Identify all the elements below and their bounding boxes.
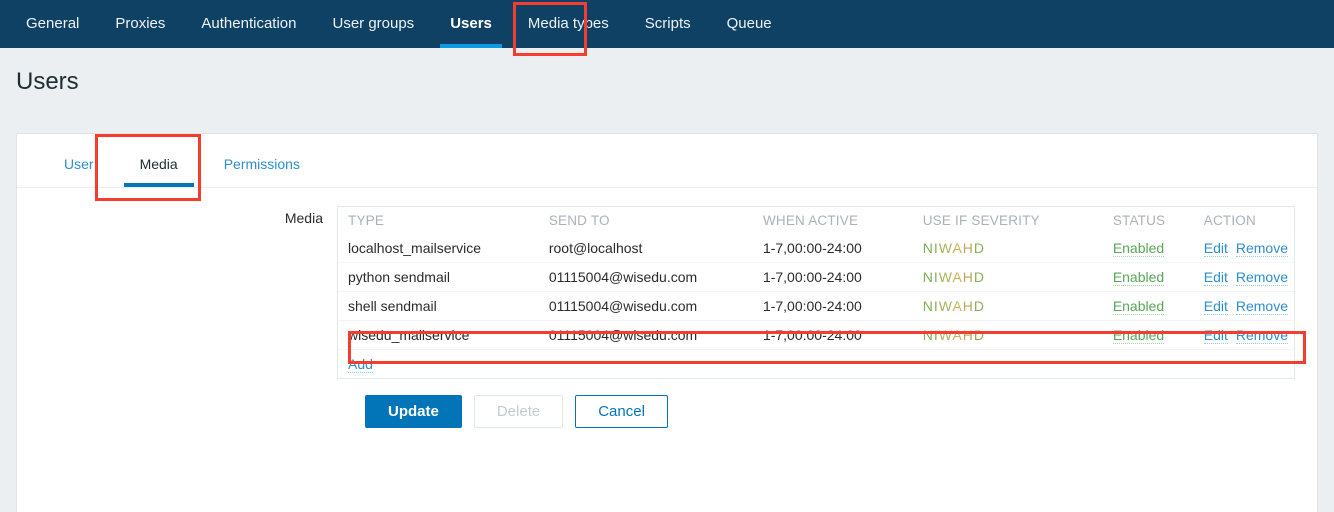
column-header-when-active: WHEN ACTIVE <box>762 213 859 228</box>
topnav-item-general[interactable]: General <box>8 0 97 48</box>
remove-link[interactable]: Remove <box>1235 298 1288 315</box>
cell-when-active: 1-7,00:00-24:00 <box>752 262 913 292</box>
cell-status: Enabled <box>1102 320 1194 350</box>
form-tabs: User Media Permissions <box>17 134 1317 188</box>
severity-letter: D <box>973 327 986 343</box>
severity-letter: D <box>973 240 986 256</box>
cell-send-to: root@localhost <box>548 240 643 256</box>
edit-link[interactable]: Edit <box>1203 298 1228 315</box>
severity-letter: A <box>952 327 963 343</box>
severity-letter: A <box>952 298 963 314</box>
severity-letter: H <box>962 327 974 343</box>
severity-letter: H <box>962 298 974 314</box>
topnav-item-users[interactable]: Users <box>432 0 510 48</box>
edit-link[interactable]: Edit <box>1203 240 1228 257</box>
cell-type: python sendmail <box>338 262 539 292</box>
severity-letter: N <box>922 298 934 314</box>
cell-send-to: 01115004@wisedu.com <box>538 262 753 292</box>
severity-letter: N <box>922 269 934 285</box>
cancel-button[interactable]: Cancel <box>575 395 668 428</box>
cell-status: Enabled <box>1102 262 1194 292</box>
severity-letter: N <box>922 240 934 256</box>
column-header-use-if-severity: USE IF SEVERITY <box>922 213 1040 228</box>
tab-permissions[interactable]: Permissions <box>201 155 323 187</box>
cell-use-if-severity: NIWAHD <box>912 291 1103 321</box>
column-header-send-to: SEND TO <box>548 213 610 228</box>
severity-letter: W <box>938 269 953 285</box>
cell-type: shell sendmail <box>338 291 539 321</box>
cell-when-active: 1-7,00:00-24:00 <box>752 291 913 321</box>
edit-link[interactable]: Edit <box>1203 269 1228 286</box>
severity-letter: D <box>973 269 986 285</box>
topnav-item-proxies[interactable]: Proxies <box>97 0 183 48</box>
severity-letter: N <box>922 327 934 343</box>
tab-user[interactable]: User <box>41 155 117 187</box>
severity-letter: A <box>952 240 963 256</box>
status-toggle-link[interactable]: Enabled <box>1112 327 1165 344</box>
form-button-bar: Update Delete Cancel <box>17 379 1317 428</box>
severity-letter: H <box>962 240 974 256</box>
media-add-row: Add <box>338 349 1294 378</box>
cell-status: Enabled <box>1103 234 1194 263</box>
cell-send-to: 01115004@wisedu.com <box>538 320 753 350</box>
severity-letter: W <box>938 327 953 343</box>
delete-button: Delete <box>473 395 564 428</box>
remove-link[interactable]: Remove <box>1235 240 1288 257</box>
cell-send-to: 01115004@wisedu.com <box>538 291 753 321</box>
column-header-type: TYPE <box>348 213 385 228</box>
media-table-body: localhost_mailservice root@localhost 1-7,0… <box>338 234 1294 378</box>
cell-type: wisedu_mailservice <box>338 320 539 350</box>
media-form-area: Media TYPE SEND TO WHEN ACTIVE USE IF SE… <box>17 188 1317 428</box>
cell-action: Edit Remove <box>1193 320 1294 350</box>
status-toggle-link[interactable]: Enabled <box>1112 298 1165 315</box>
topnav-item-user-groups[interactable]: User groups <box>314 0 432 48</box>
edit-link[interactable]: Edit <box>1203 327 1228 344</box>
cell-action: Edit Remove <box>1193 262 1294 292</box>
top-navigation-bar: General Proxies Authentication User grou… <box>0 0 1334 48</box>
status-toggle-link[interactable]: Enabled <box>1112 240 1165 257</box>
media-table-head: TYPE SEND TO WHEN ACTIVE USE IF SEVERITY… <box>338 207 1294 234</box>
tab-media[interactable]: Media <box>117 155 201 187</box>
cell-use-if-severity: NIWAHD <box>913 234 1103 263</box>
media-field-label: Media <box>284 210 323 226</box>
severity-letter: A <box>952 269 963 285</box>
page-header: Users <box>0 48 1334 110</box>
content-card: User Media Permissions Media TYPE SEND T… <box>16 133 1318 512</box>
remove-link[interactable]: Remove <box>1235 269 1288 286</box>
severity-letter: W <box>938 240 953 256</box>
cell-add: Add <box>338 349 1294 378</box>
media-table: TYPE SEND TO WHEN ACTIVE USE IF SEVERITY… <box>338 207 1294 378</box>
cell-status: Enabled <box>1102 291 1194 321</box>
media-table-row: localhost_mailservice root@localhost 1-7,0… <box>338 234 1294 263</box>
cell-when-active: 1-7,00:00-24:00 <box>762 240 862 256</box>
severity-letter: D <box>973 298 986 314</box>
topnav-item-queue[interactable]: Queue <box>709 0 790 48</box>
media-table-container: TYPE SEND TO WHEN ACTIVE USE IF SEVERITY… <box>337 206 1295 379</box>
cell-action: Edit Remove <box>1194 234 1294 263</box>
severity-letter: W <box>938 298 953 314</box>
media-table-row: shell sendmail 01115004@wisedu.com 1-7,00:… <box>338 291 1294 321</box>
topnav-item-media-types[interactable]: Media types <box>510 0 627 48</box>
media-table-header-row: TYPE SEND TO WHEN ACTIVE USE IF SEVERITY… <box>338 207 1294 234</box>
add-media-link[interactable]: Add <box>348 356 373 373</box>
remove-link[interactable]: Remove <box>1235 327 1288 344</box>
column-header-action: ACTION <box>1203 213 1256 228</box>
media-table-row: python sendmail 01115004@wisedu.com 1-7,00… <box>338 262 1294 292</box>
update-button[interactable]: Update <box>365 395 462 428</box>
cell-action: Edit Remove <box>1193 291 1294 321</box>
column-header-status: STATUS <box>1112 213 1166 228</box>
status-toggle-link[interactable]: Enabled <box>1112 269 1165 286</box>
media-form-row: Media TYPE SEND TO WHEN ACTIVE USE IF SE… <box>17 206 1317 379</box>
cell-when-active: 1-7,00:00-24:00 <box>752 320 913 350</box>
topnav-item-authentication[interactable]: Authentication <box>183 0 314 48</box>
topnav-item-scripts[interactable]: Scripts <box>627 0 709 48</box>
page-title: Users <box>16 68 79 95</box>
cell-use-if-severity: NIWAHD <box>912 262 1103 292</box>
cell-type: localhost_mailservice <box>348 240 482 256</box>
severity-letter: H <box>962 269 974 285</box>
cell-use-if-severity: NIWAHD <box>912 320 1103 350</box>
media-table-row: wisedu_mailservice 01115004@wisedu.com 1-7… <box>338 320 1294 350</box>
